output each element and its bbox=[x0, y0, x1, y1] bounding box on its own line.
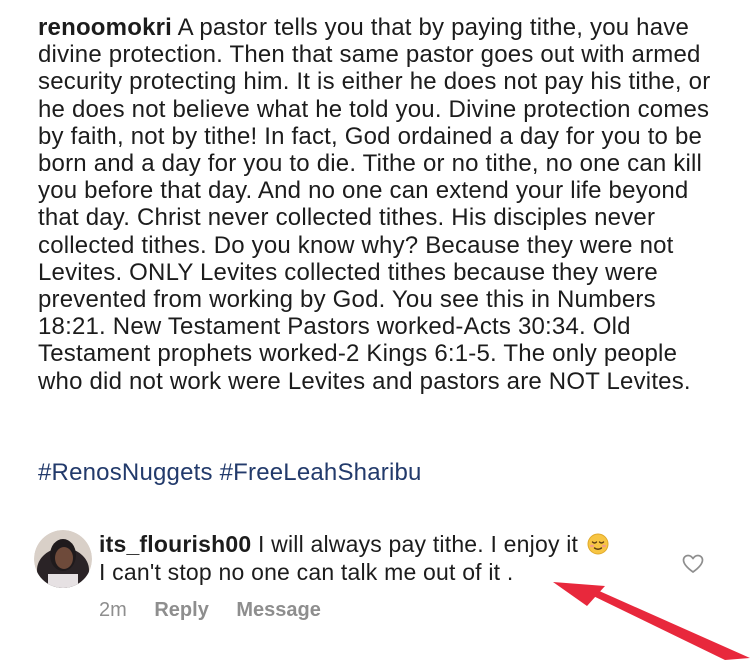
post-caption: renoomokri A pastor tells you that by pa… bbox=[38, 14, 728, 395]
post-username[interactable]: renoomokri bbox=[38, 14, 172, 41]
red-pointer-arrow-icon bbox=[535, 570, 750, 660]
relieved-face-emoji-icon bbox=[587, 533, 609, 555]
avatar[interactable] bbox=[34, 530, 92, 588]
post-caption-text: A pastor tells you that by paying tithe,… bbox=[38, 14, 711, 395]
comment-meta: 2m Reply Message bbox=[99, 599, 343, 622]
comment-text-line1: I will always pay tithe. I enjoy it bbox=[257, 531, 579, 557]
reply-button[interactable]: Reply bbox=[154, 599, 208, 621]
hashtag-free-leah-sharibu[interactable]: #FreeLeahSharibu bbox=[220, 459, 422, 486]
hashtag-renos-nuggets[interactable]: #RenosNuggets bbox=[38, 459, 213, 486]
comment-text-line2: I can't stop no one can talk me out of i… bbox=[99, 559, 514, 585]
message-button[interactable]: Message bbox=[236, 599, 321, 621]
hashtag-row: #RenosNuggets #FreeLeahSharibu bbox=[38, 459, 422, 487]
comment-username[interactable]: its_flourish00 bbox=[99, 531, 251, 557]
comment-time: 2m bbox=[99, 599, 127, 621]
